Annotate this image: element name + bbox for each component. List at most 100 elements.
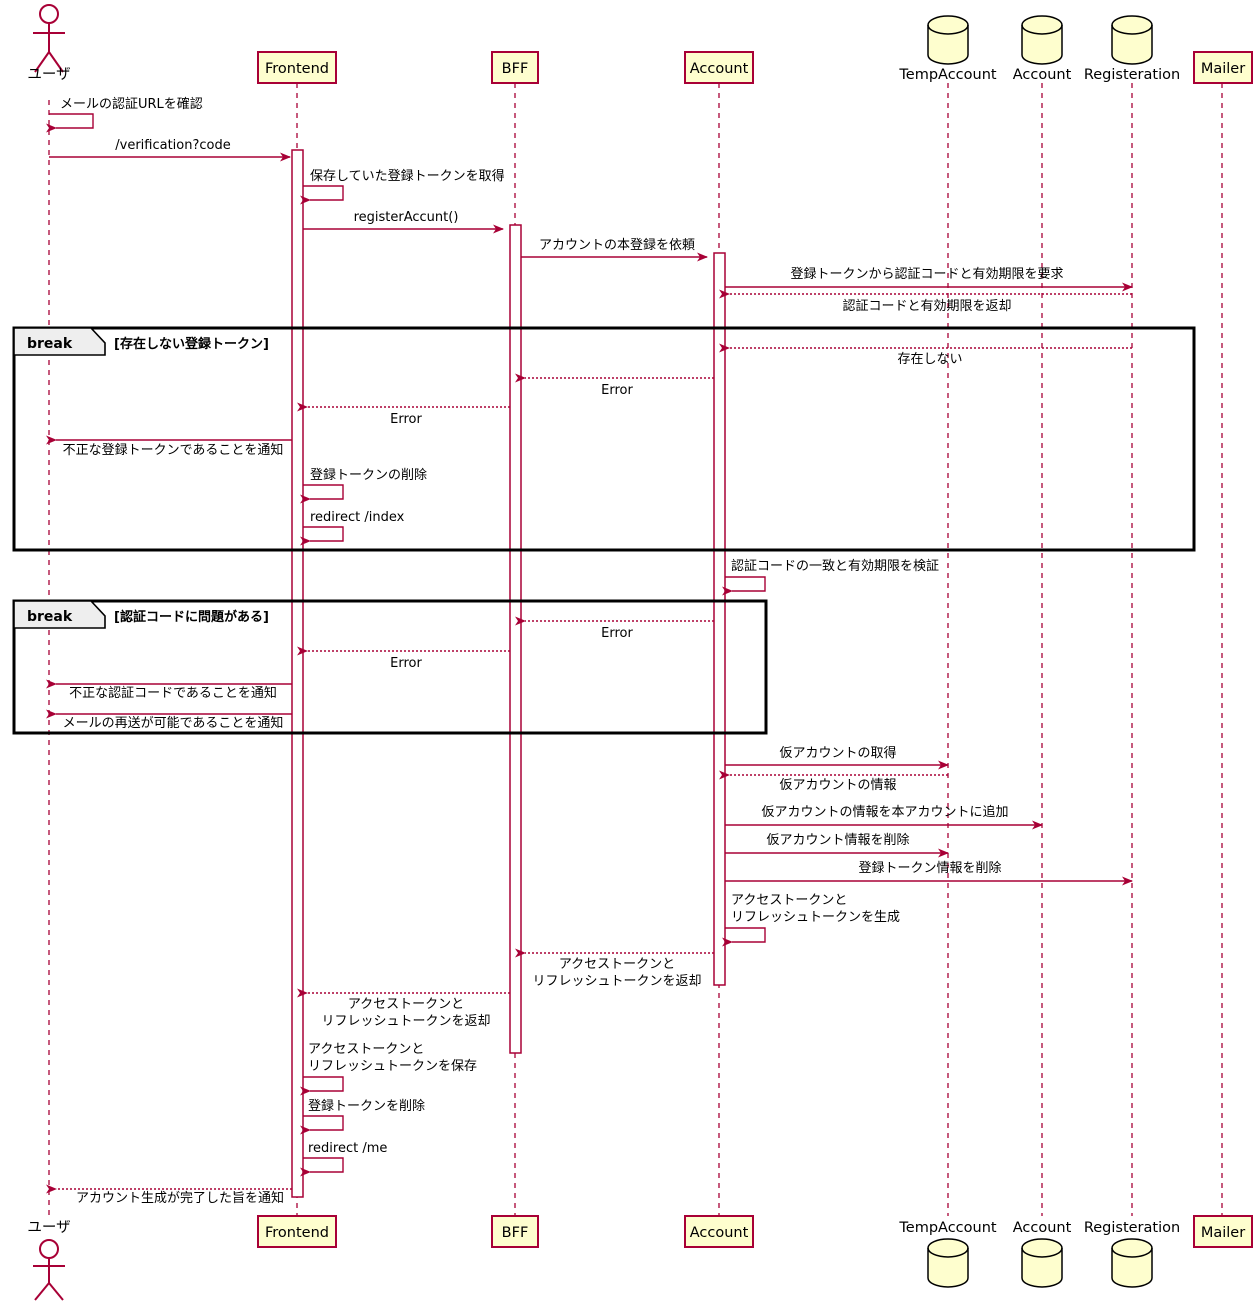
message-16-label: Error <box>390 656 422 671</box>
message-1-label: メールの認証URLを確認 <box>60 96 203 112</box>
message-3-arrow <box>300 185 344 205</box>
message-9-account-to-bff-error[interactable]: Error <box>515 373 714 398</box>
message-18-frontend-to-user[interactable]: メールの再送が可能であることを通知 <box>46 709 292 731</box>
participant-header-registeration-db[interactable]: Registeration <box>1084 15 1180 83</box>
message-18-label: メールの再送が可能であることを通知 <box>63 715 284 731</box>
participant-label-mailer-top: Mailer <box>1201 61 1245 77</box>
participant-label-user-top: ユーザ <box>27 66 70 83</box>
message-20-label: 仮アカウントの情報 <box>779 778 896 793</box>
participant-label-mailer-bottom: Mailer <box>1201 1225 1245 1241</box>
message-28-self-frontend[interactable]: 登録トークンを削除 <box>300 1099 425 1135</box>
participant-header-tempaccount-db[interactable]: TempAccount <box>898 15 997 83</box>
message-22-account-to-tempaccount-db-delete[interactable]: 仮アカウント情報を削除 <box>725 833 949 858</box>
message-29-self-frontend[interactable]: redirect /me <box>300 1141 387 1177</box>
message-30-label: アカウント生成が完了した旨を通知 <box>76 1190 284 1206</box>
message-26-label-line1: アクセストークンと <box>348 997 464 1012</box>
participant-label-tempaccount-db-bottom: TempAccount <box>898 1220 997 1236</box>
message-20-tempaccount-db-to-account[interactable]: 仮アカウントの情報 <box>719 770 948 793</box>
message-15-label: Error <box>601 626 633 641</box>
message-6-label: 登録トークンから認証コードと有効期限を要求 <box>790 266 1063 282</box>
participant-label-frontend-top: Frontend <box>265 61 329 77</box>
message-11-frontend-to-user[interactable]: 不正な登録トークンであることを通知 <box>46 435 292 458</box>
message-13-label: redirect /index <box>310 510 405 525</box>
message-24-label-line2: リフレッシュトークンを生成 <box>731 910 900 925</box>
message-30-frontend-to-user[interactable]: アカウント生成が完了した旨を通知 <box>46 1184 292 1206</box>
message-22-label: 仮アカウント情報を削除 <box>766 833 909 848</box>
message-12-self-frontend[interactable]: 登録トークンの削除 <box>300 468 427 504</box>
activation-bar-frontend <box>291 149 304 1198</box>
message-1-arrow <box>46 113 94 133</box>
participant-label-registeration-db-bottom: Registeration <box>1084 1220 1180 1236</box>
participant-label-account-bottom: Account <box>690 1225 749 1241</box>
message-10-bff-to-frontend-error[interactable]: Error <box>297 402 510 427</box>
message-21-account-to-account-db[interactable]: 仮アカウントの情報を本アカウントに追加 <box>725 804 1043 830</box>
participant-label-account-db-bottom: Account <box>1013 1220 1072 1236</box>
message-26-bff-to-frontend[interactable]: アクセストークンと リフレッシュトークンを返却 <box>297 988 510 1029</box>
message-14-arrow <box>722 576 766 596</box>
message-15-account-to-bff-error[interactable]: Error <box>515 616 714 641</box>
message-7-registeration-db-to-account[interactable]: 認証コードと有効期限を返却 <box>719 289 1132 314</box>
message-25-account-to-bff[interactable]: アクセストークンと リフレッシュトークンを返却 <box>515 948 714 989</box>
participant-label-bff-bottom: BFF <box>502 1225 529 1241</box>
message-25-label-line2: リフレッシュトークンを返却 <box>532 974 701 989</box>
message-1-self-user[interactable]: メールの認証URLを確認 <box>46 96 203 133</box>
participant-header-account[interactable]: Account <box>684 51 754 84</box>
message-19-account-to-tempaccount-db[interactable]: 仮アカウントの取得 <box>725 745 949 770</box>
message-3-self-frontend[interactable]: 保存していた登録トークンを取得 <box>300 168 505 205</box>
message-25-label-line1: アクセストークンと <box>559 957 675 972</box>
break-frame-1-border <box>12 326 1196 552</box>
participant-footer-account-db[interactable]: Account <box>1013 1220 1072 1288</box>
message-13-arrow <box>300 526 344 546</box>
participant-footer-frontend[interactable]: Frontend <box>257 1215 337 1248</box>
participant-footer-account[interactable]: Account <box>684 1215 754 1248</box>
activation-bar-account <box>713 252 726 986</box>
participant-header-frontend[interactable]: Frontend <box>257 51 337 84</box>
actor-leg-right-icon-bottom <box>48 1282 64 1301</box>
message-14-self-account[interactable]: 認証コードの一致と有効期限を検証 <box>722 558 939 596</box>
message-5-bff-to-account[interactable]: アカウントの本登録を依頼 <box>521 238 708 262</box>
message-26-label-line2: リフレッシュトークンを返却 <box>321 1014 490 1029</box>
participant-header-user[interactable]: ユーザ <box>27 4 71 83</box>
message-3-label: 保存していた登録トークンを取得 <box>310 168 505 184</box>
participant-label-account-top: Account <box>690 61 749 77</box>
activation-bar-bff <box>509 224 522 1054</box>
message-23-account-to-registeration-db-delete[interactable]: 登録トークン情報を削除 <box>725 861 1133 886</box>
activation-bars-group <box>291 149 726 1198</box>
participant-header-mailer[interactable]: Mailer <box>1193 51 1253 84</box>
message-13-self-frontend[interactable]: redirect /index <box>300 510 405 546</box>
message-29-label: redirect /me <box>308 1141 387 1156</box>
message-27-self-frontend[interactable]: アクセストークンと リフレッシュトークンを保存 <box>300 1042 477 1096</box>
message-2-user-to-frontend[interactable]: /verification?code <box>49 138 291 162</box>
message-8-registeration-db-to-account-notfound[interactable]: 存在しない <box>719 343 1132 367</box>
participant-label-bff-top: BFF <box>502 61 529 77</box>
message-19-label: 仮アカウントの取得 <box>779 745 896 761</box>
participant-footer-mailer[interactable]: Mailer <box>1193 1215 1253 1248</box>
participant-footer-tempaccount-db[interactable]: TempAccount <box>898 1220 997 1288</box>
participant-footer-registeration-db[interactable]: Registeration <box>1084 1220 1180 1288</box>
message-6-account-to-registeration-db[interactable]: 登録トークンから認証コードと有効期限を要求 <box>725 266 1133 292</box>
message-17-label: 不正な認証コードであることを通知 <box>69 685 277 701</box>
message-24-self-account[interactable]: アクセストークンと リフレッシュトークンを生成 <box>722 893 900 947</box>
message-27-label-line1: アクセストークンと <box>308 1042 424 1057</box>
actor-head-icon <box>39 4 59 24</box>
message-28-arrow <box>300 1115 344 1135</box>
participant-label-account-db-top: Account <box>1013 67 1072 83</box>
message-16-bff-to-frontend-error[interactable]: Error <box>297 646 510 671</box>
message-24-label-line1: アクセストークンと <box>731 893 847 908</box>
message-8-label: 存在しない <box>897 352 962 367</box>
participant-header-bff[interactable]: BFF <box>491 51 539 84</box>
break-condition-2: [認証コードに問題がある] <box>114 609 269 625</box>
message-14-label: 認証コードの一致と有効期限を検証 <box>731 558 939 574</box>
break-keyword-2: break <box>27 609 73 625</box>
break-condition-1: [存在しない登録トークン] <box>114 336 269 352</box>
database-cylinder-icon-account-bottom <box>1021 1238 1063 1288</box>
participant-header-account-db[interactable]: Account <box>1013 15 1072 83</box>
participant-footer-user[interactable]: ユーザ <box>27 1219 71 1301</box>
participant-footer-bff[interactable]: BFF <box>491 1215 539 1248</box>
sequence-diagram-canvas: ユーザ Frontend BFF Account TempAccount Acc… <box>0 0 1257 1302</box>
database-cylinder-icon-registeration <box>1111 15 1153 65</box>
message-17-frontend-to-user[interactable]: 不正な認証コードであることを通知 <box>46 679 292 701</box>
message-27-arrow <box>300 1076 344 1096</box>
message-4-frontend-to-bff[interactable]: registerAccunt() <box>303 210 504 234</box>
participant-label-tempaccount-db-top: TempAccount <box>898 67 997 83</box>
